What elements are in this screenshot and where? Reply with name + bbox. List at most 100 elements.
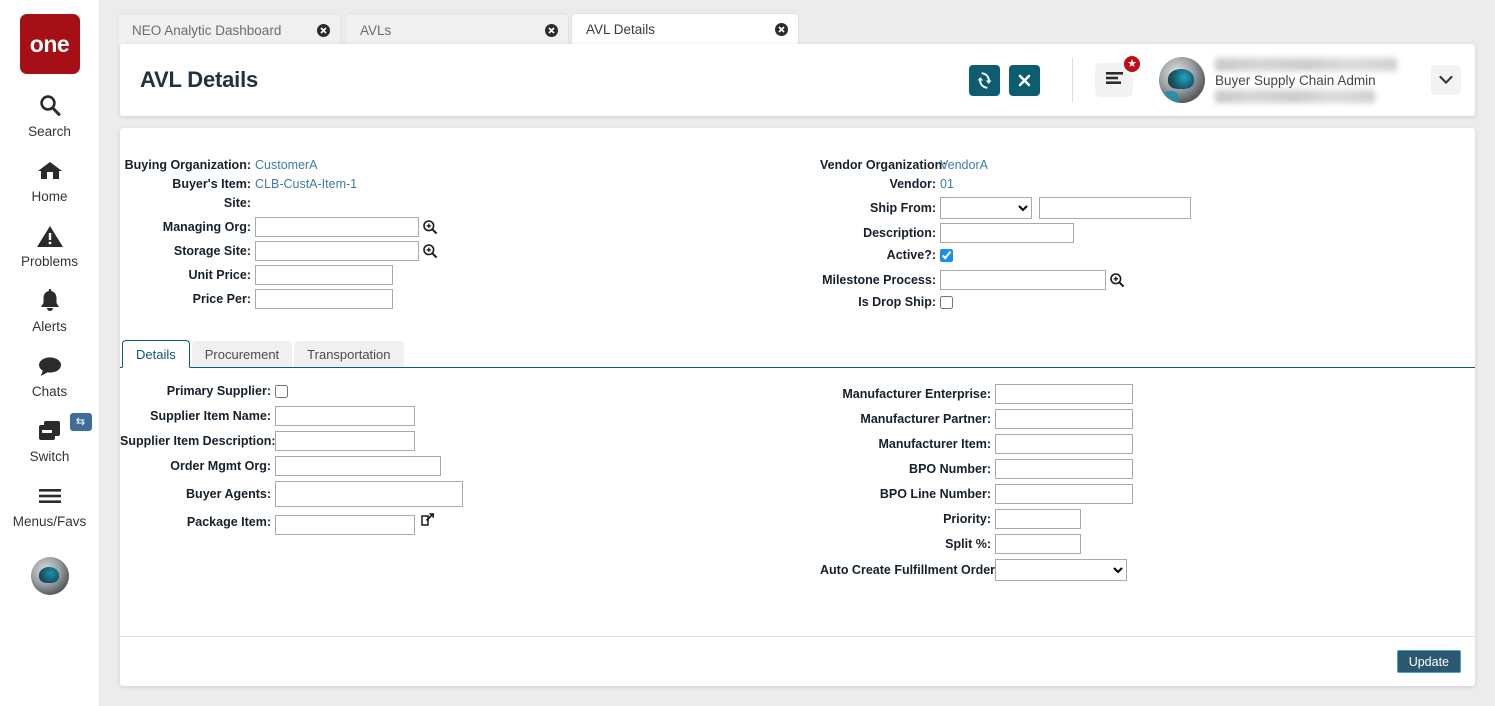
tab-procurement[interactable]: Procurement: [192, 341, 292, 367]
manufacturer-partner-input[interactable]: [995, 409, 1133, 429]
sidebar-item-alerts[interactable]: Alerts: [0, 269, 100, 334]
manufacturer-item-input[interactable]: [995, 434, 1133, 454]
manufacturer-enterprise-input[interactable]: [995, 384, 1133, 404]
vendor-link[interactable]: 01: [940, 177, 954, 191]
bpo-line-number-input[interactable]: [995, 484, 1133, 504]
ship-from-input[interactable]: [1039, 197, 1191, 219]
sidebar-item-chats[interactable]: Chats: [0, 334, 100, 399]
one-logo[interactable]: one: [20, 14, 80, 74]
field-label: Storage Site:: [120, 244, 255, 258]
supplier-item-name-input[interactable]: [275, 406, 415, 426]
buyer-agents-input[interactable]: [275, 481, 463, 507]
primary-supplier-checkbox[interactable]: [275, 385, 288, 398]
field-milestone-process: Milestone Process:: [820, 270, 1340, 290]
sidebar-item-label: Search: [28, 124, 71, 139]
buying-organization-link[interactable]: CustomerA: [255, 158, 318, 172]
split-percent-input[interactable]: [995, 534, 1081, 554]
order-mgmt-org-input[interactable]: [275, 456, 441, 476]
bpo-number-input[interactable]: [995, 459, 1133, 479]
user-info-block[interactable]: Buyer Supply Chain Admin: [1215, 58, 1415, 103]
field-label: Price Per:: [120, 292, 255, 306]
tab-neo-analytic-dashboard[interactable]: NEO Analytic Dashboard: [118, 14, 340, 46]
field-unit-price: Unit Price:: [120, 265, 620, 285]
tab-label: Transportation: [307, 347, 390, 362]
field-order-mgmt-org: Order Mgmt Org:: [120, 456, 680, 476]
sidebar-item-search[interactable]: Search: [0, 74, 100, 139]
supplier-item-description-input[interactable]: [275, 431, 415, 451]
field-bpo-number: BPO Number:: [820, 459, 1380, 479]
user-role-label: Buyer Supply Chain Admin: [1215, 71, 1415, 90]
field-package-item: Package Item:: [120, 512, 680, 535]
close-x-icon[interactable]: [1009, 65, 1040, 96]
field-vendor-organization: Vendor Organization: VendorA: [820, 158, 1340, 172]
chevron-down-icon[interactable]: [1431, 65, 1461, 95]
close-circle-icon[interactable]: [527, 24, 558, 37]
page-title: AVL Details: [140, 67, 258, 93]
field-label: Manufacturer Item:: [820, 437, 995, 451]
close-circle-icon[interactable]: [757, 23, 788, 36]
field-bpo-line-number: BPO Line Number:: [820, 484, 1380, 504]
field-label: Supplier Item Description:: [120, 434, 275, 448]
unit-price-input[interactable]: [255, 265, 393, 285]
tab-avl-details[interactable]: AVL Details: [572, 14, 798, 47]
sidebar-item-menus-favs[interactable]: Menus/Favs: [0, 464, 100, 529]
tab-avls[interactable]: AVLs: [346, 14, 568, 46]
field-label: Supplier Item Name:: [120, 409, 275, 423]
is-drop-ship-checkbox[interactable]: [940, 296, 953, 309]
field-label: BPO Line Number:: [820, 487, 995, 501]
sidebar-item-label: Home: [31, 189, 67, 204]
content-tab-row: Details Procurement Transportation: [120, 340, 1475, 367]
external-edit-icon[interactable]: [420, 512, 435, 527]
ship-from-select[interactable]: [940, 197, 1032, 219]
field-label: Vendor Organization:: [820, 158, 940, 172]
update-button[interactable]: Update: [1397, 650, 1461, 673]
sidebar-item-label: Alerts: [32, 319, 67, 334]
swap-arrows-icon[interactable]: ⇆: [70, 413, 92, 431]
tab-transportation[interactable]: Transportation: [294, 341, 403, 367]
description-input[interactable]: [940, 223, 1074, 243]
user-org-redacted: [1215, 90, 1375, 103]
managing-org-input[interactable]: [255, 217, 419, 237]
field-supplier-item-description: Supplier Item Description:: [120, 431, 680, 451]
top-form-right-column: Vendor Organization: VendorA Vendor: 01 …: [820, 158, 1340, 314]
home-icon: [36, 156, 64, 186]
storage-site-input[interactable]: [255, 241, 419, 261]
field-label: Buying Organization:: [120, 158, 255, 172]
field-site: Site:: [120, 196, 620, 210]
field-priority: Priority:: [820, 509, 1380, 529]
field-label: Milestone Process:: [820, 273, 940, 287]
price-per-input[interactable]: [255, 289, 393, 309]
vendor-organization-link[interactable]: VendorA: [940, 158, 988, 172]
field-managing-org: Managing Org:: [120, 217, 620, 237]
field-label: Order Mgmt Org:: [120, 459, 275, 473]
hamburger-icon: [36, 481, 64, 511]
refresh-icon[interactable]: [969, 65, 1000, 96]
auto-create-fulfillment-order-select[interactable]: [995, 559, 1127, 581]
menus-favs-button[interactable]: ★: [1095, 63, 1133, 97]
field-storage-site: Storage Site:: [120, 241, 620, 261]
details-panel: Primary Supplier: Supplier Item Name: Su…: [120, 368, 1475, 618]
field-label: Primary Supplier:: [120, 384, 275, 398]
sidebar-item-home[interactable]: Home: [0, 139, 100, 204]
tab-label: NEO Analytic Dashboard: [132, 23, 281, 38]
priority-input[interactable]: [995, 509, 1081, 529]
field-label: Buyer Agents:: [120, 487, 275, 501]
buyers-item-link[interactable]: CLB-CustA-Item-1: [255, 177, 357, 191]
package-item-input[interactable]: [275, 515, 415, 535]
avatar[interactable]: [31, 557, 69, 595]
avatar[interactable]: [1159, 57, 1205, 103]
active-checkbox[interactable]: [940, 249, 953, 262]
magnifier-plus-icon[interactable]: [1109, 272, 1125, 288]
sidebar-item-problems[interactable]: Problems: [0, 204, 100, 269]
bell-icon: [37, 286, 63, 316]
field-label: Manufacturer Enterprise:: [820, 387, 995, 401]
field-label: BPO Number:: [820, 462, 995, 476]
field-active: Active?:: [820, 248, 1340, 262]
sidebar-item-switch[interactable]: ⇆ Switch: [0, 399, 100, 464]
tab-details[interactable]: Details: [122, 340, 190, 368]
page-header: AVL Details ★ Buyer Supply Chain Admin: [120, 44, 1475, 116]
milestone-process-input[interactable]: [940, 270, 1106, 290]
magnifier-plus-icon[interactable]: [422, 243, 438, 259]
magnifier-plus-icon[interactable]: [422, 219, 438, 235]
close-circle-icon[interactable]: [299, 24, 330, 37]
